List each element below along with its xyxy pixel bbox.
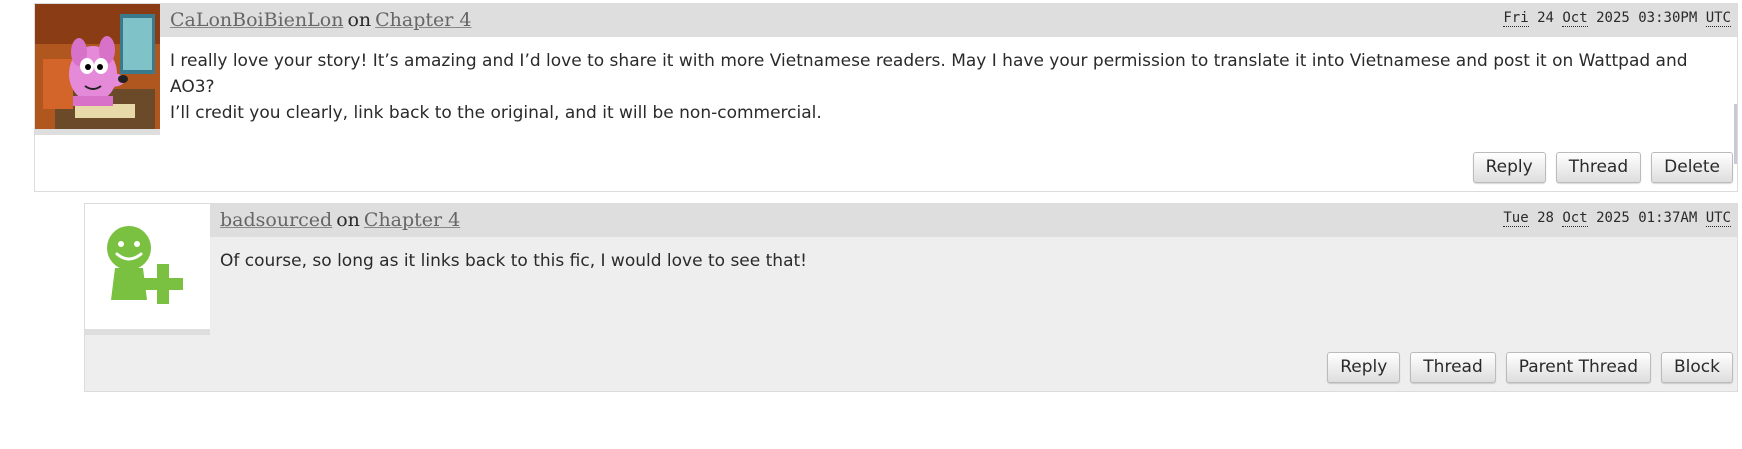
thread-button[interactable]: Thread — [1555, 152, 1642, 183]
thread-button[interactable]: Thread — [1410, 352, 1496, 383]
comment-datetime: Fri 24 Oct 2025 03:30PM UTC — [1503, 10, 1731, 27]
comment-actions: Reply Thread Parent Thread Block — [1327, 352, 1733, 383]
comment-body: Of course, so long as it links back to t… — [220, 248, 1725, 274]
comment-line: Of course, so long as it links back to t… — [220, 251, 807, 271]
date-day: 28 — [1537, 210, 1554, 226]
date-year-time: 2025 01:37AM — [1596, 210, 1698, 226]
avatar-column — [85, 204, 210, 335]
on-word: on — [347, 9, 372, 31]
comment-line: I really love your story! It’s amazing a… — [170, 51, 1688, 97]
on-word: on — [336, 209, 360, 231]
timezone-abbr: UTC — [1705, 10, 1731, 27]
delete-button[interactable]: Delete — [1651, 152, 1733, 183]
date-day: 24 — [1537, 10, 1554, 26]
reply-button[interactable]: Reply — [1327, 352, 1401, 383]
day-abbr: Fri — [1503, 10, 1529, 27]
timezone-abbr: UTC — [1705, 210, 1731, 227]
avatar[interactable] — [35, 4, 160, 129]
scrollbar-edge[interactable] — [1734, 104, 1737, 164]
author-link[interactable]: badsourced — [220, 209, 332, 231]
author-link[interactable]: CaLonBoiBienLon — [170, 9, 343, 31]
cartoon-dog-avatar-icon — [35, 4, 160, 129]
default-user-add-icon — [107, 226, 183, 304]
avatar-column — [35, 4, 160, 135]
month-abbr: Oct — [1562, 10, 1588, 27]
month-abbr: Oct — [1562, 210, 1588, 227]
parent-thread-button[interactable]: Parent Thread — [1505, 352, 1652, 383]
chapter-link[interactable]: Chapter 4 — [364, 209, 460, 231]
comment-line: I’ll credit you clearly, link back to th… — [170, 103, 822, 123]
day-abbr: Tue — [1503, 210, 1529, 227]
block-button[interactable]: Block — [1661, 352, 1733, 383]
reply-button[interactable]: Reply — [1472, 152, 1546, 183]
comment-body: I really love your story! It’s amazing a… — [170, 48, 1725, 126]
avatar[interactable] — [85, 204, 210, 329]
byline: badsourced on Chapter 4 — [220, 209, 460, 231]
date-year-time: 2025 03:30PM — [1596, 10, 1698, 26]
comment-header: CaLonBoiBienLon on Chapter 4 Fri 24 Oct 20… — [160, 4, 1737, 37]
comment-datetime: Tue 28 Oct 2025 01:37AM UTC — [1503, 210, 1731, 227]
comment-1: CaLonBoiBienLon on Chapter 4 Fri 24 Oct 20… — [34, 3, 1738, 192]
byline: CaLonBoiBienLon on Chapter 4 — [170, 9, 472, 31]
comment-header: badsourced on Chapter 4 Tue 28 Oct 2025 01… — [210, 204, 1737, 237]
chapter-link[interactable]: Chapter 4 — [375, 9, 471, 31]
comment-actions: Reply Thread Delete — [1472, 152, 1733, 183]
comment-2: badsourced on Chapter 4 Tue 28 Oct 2025 01… — [84, 203, 1738, 392]
